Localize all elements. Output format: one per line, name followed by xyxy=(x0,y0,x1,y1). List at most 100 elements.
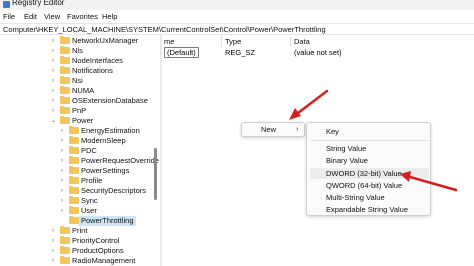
folder-icon xyxy=(60,85,70,94)
menu-favorites[interactable]: Favorites xyxy=(67,12,98,21)
chevron-right-icon[interactable]: › xyxy=(61,197,63,205)
tree-item-label: OSExtensionDatabase xyxy=(72,96,148,105)
tree-item-power[interactable]: ⌄ Power xyxy=(0,115,152,126)
submenu-item-key[interactable]: Key xyxy=(326,127,339,136)
address-path[interactable]: Computer\HKEY_LOCAL_MACHINE\SYSTEM\Curre… xyxy=(3,25,326,34)
tree-item-label: PowerRequestOverride xyxy=(81,156,159,165)
folder-icon xyxy=(69,205,79,214)
title-bar: Registry Editor xyxy=(0,0,474,10)
tree-item-label: Nsi xyxy=(72,76,83,85)
menu-view[interactable]: View xyxy=(44,12,60,21)
column-header-name[interactable]: me xyxy=(164,37,174,46)
chevron-right-icon[interactable]: › xyxy=(52,97,54,105)
chevron-down-icon[interactable]: ⌄ xyxy=(51,117,56,125)
folder-icon xyxy=(69,145,79,154)
chevron-right-icon[interactable]: › xyxy=(61,187,63,195)
tree-item-pdc[interactable]: › PDC xyxy=(0,145,152,156)
value-type: REG_SZ xyxy=(225,48,256,57)
tree-item-osextensiondatabase[interactable]: › OSExtensionDatabase xyxy=(0,95,152,106)
menu-help[interactable]: Help xyxy=(102,12,117,21)
folder-icon xyxy=(69,215,79,224)
context-menu-new[interactable]: New xyxy=(261,125,276,134)
chevron-right-icon[interactable]: › xyxy=(61,157,63,165)
folder-icon xyxy=(69,195,79,204)
context-menu: New › xyxy=(241,122,305,137)
tree-item-securitydescriptors[interactable]: › SecurityDescriptors xyxy=(0,185,152,196)
key-tree[interactable]: › NetworkUxManager › Nls › NodeInterface… xyxy=(0,35,160,266)
tree-item-energyestimation[interactable]: › EnergyEstimation xyxy=(0,125,152,136)
submenu-item-qword-value[interactable]: QWORD (64-bit) Value xyxy=(326,181,402,190)
chevron-right-icon[interactable]: › xyxy=(52,107,54,115)
chevron-right-icon[interactable]: › xyxy=(61,147,63,155)
tree-item-networkuxmanager[interactable]: › NetworkUxManager xyxy=(0,35,152,46)
folder-icon xyxy=(60,65,70,74)
tree-item-nls[interactable]: › Nls xyxy=(0,45,152,56)
folder-icon xyxy=(69,175,79,184)
chevron-right-icon[interactable]: › xyxy=(52,257,54,265)
column-divider[interactable] xyxy=(290,35,291,47)
value-row[interactable]: (Default) REG_SZ (value not set) xyxy=(162,47,474,58)
tree-item-label: NodeInterfaces xyxy=(72,56,123,65)
chevron-right-icon[interactable]: › xyxy=(52,67,54,75)
folder-icon xyxy=(69,155,79,164)
tree-item-powerrequestoverride[interactable]: › PowerRequestOverride xyxy=(0,155,159,166)
folder-icon xyxy=(60,55,70,64)
tree-item-label: ProductOptions xyxy=(72,246,124,255)
tree-item-label: Nls xyxy=(72,46,83,55)
tree-item-modernsleep[interactable]: › ModernSleep xyxy=(0,135,152,146)
chevron-right-icon[interactable]: › xyxy=(61,207,63,215)
tree-item-label: PriorityControl xyxy=(72,236,120,245)
chevron-right-icon[interactable]: › xyxy=(61,167,63,175)
tree-scrollbar-thumb[interactable] xyxy=(154,148,157,200)
chevron-right-icon[interactable]: › xyxy=(52,237,54,245)
tree-item-label: PowerThrottling xyxy=(79,216,136,226)
column-divider[interactable] xyxy=(221,35,222,47)
chevron-right-icon[interactable]: › xyxy=(52,57,54,65)
folder-icon xyxy=(60,105,70,114)
submenu-item-binary-value[interactable]: Binary Value xyxy=(326,156,368,165)
folder-icon xyxy=(69,125,79,134)
tree-item-radiomanagement[interactable]: › RadioManagement xyxy=(0,255,152,266)
tree-item-numa[interactable]: › NUMA xyxy=(0,85,152,96)
new-submenu: Key String Value Binary Value DWORD (32-… xyxy=(306,122,431,216)
submenu-item-dword-value[interactable]: DWORD (32-bit) Value xyxy=(326,169,402,178)
chevron-right-icon[interactable]: › xyxy=(61,177,63,185)
chevron-right-icon[interactable]: › xyxy=(61,127,63,135)
tree-item-print[interactable]: › Print xyxy=(0,225,152,236)
folder-open-icon xyxy=(60,115,70,124)
tree-item-prioritycontrol[interactable]: › PriorityControl xyxy=(0,235,152,246)
address-bar[interactable]: Computer\HKEY_LOCAL_MACHINE\SYSTEM\Curre… xyxy=(0,23,474,35)
tree-item-productoptions[interactable]: › ProductOptions xyxy=(0,245,152,256)
tree-item-sync[interactable]: › Sync xyxy=(0,195,152,206)
submenu-item-string-value[interactable]: String Value xyxy=(326,144,366,153)
window-title: Registry Editor xyxy=(12,0,65,7)
chevron-right-icon[interactable]: › xyxy=(52,247,54,255)
tree-item-powerthrottling[interactable]: PowerThrottling xyxy=(0,215,152,226)
submenu-item-multi-string-value[interactable]: Multi-String Value xyxy=(326,193,385,202)
tree-item-nsi[interactable]: › Nsi xyxy=(0,75,152,86)
tree-item-label: ModernSleep xyxy=(81,136,126,145)
tree-item-user[interactable]: › User xyxy=(0,205,152,216)
chevron-right-icon[interactable]: › xyxy=(52,37,54,45)
registry-editor-icon xyxy=(3,1,10,8)
tree-item-nodeinterfaces[interactable]: › NodeInterfaces xyxy=(0,55,152,66)
chevron-right-icon[interactable]: › xyxy=(52,87,54,95)
submenu-item-expandable-string-value[interactable]: Expandable String Value xyxy=(326,205,408,214)
tree-item-notifications[interactable]: › Notifications xyxy=(0,65,152,76)
tree-item-pnp[interactable]: › PnP xyxy=(0,105,152,116)
column-header-type[interactable]: Type xyxy=(225,37,241,46)
value-name-default[interactable]: (Default) xyxy=(164,47,199,58)
chevron-right-icon[interactable]: › xyxy=(52,47,54,55)
chevron-right-icon[interactable]: › xyxy=(52,227,54,235)
menu-file[interactable]: File xyxy=(3,12,15,21)
folder-icon xyxy=(60,235,70,244)
folder-icon xyxy=(69,165,79,174)
column-header-data[interactable]: Data xyxy=(294,37,310,46)
chevron-right-icon[interactable]: › xyxy=(61,137,63,145)
tree-item-powersettings[interactable]: › PowerSettings xyxy=(0,165,152,176)
menu-edit[interactable]: Edit xyxy=(24,12,37,21)
folder-icon xyxy=(60,225,70,234)
tree-item-profile[interactable]: › Profile xyxy=(0,175,152,186)
tree-item-label: Notifications xyxy=(72,66,113,75)
chevron-right-icon[interactable]: › xyxy=(52,77,54,85)
